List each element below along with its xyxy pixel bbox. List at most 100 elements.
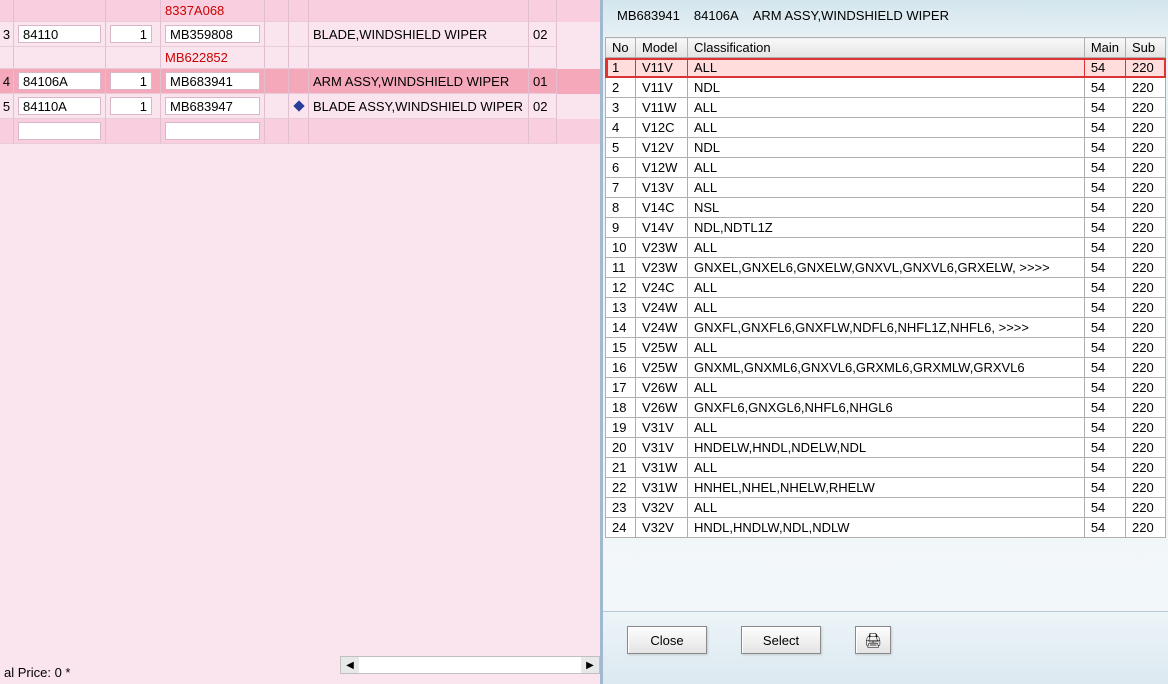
model-row[interactable]: 4V12CALL54220 [606,118,1166,138]
cell-input[interactable]: 84110 [18,25,101,43]
cell-input[interactable]: 1 [110,72,152,90]
model-cell-cls: GNXFL,GNXFL6,GNXFLW,NDFL6,NHFL1Z,NHFL6, … [688,318,1085,338]
horizontal-scrollbar[interactable]: ◀ ▶ [340,656,600,674]
parts-cell-partno[interactable]: 8337A068 [161,0,265,22]
scroll-right-icon[interactable]: ▶ [581,657,599,673]
model-row[interactable]: 20V31VHNDELW,HNDL,NDELW,NDL54220 [606,438,1166,458]
model-cell-cls: NDL [688,138,1085,158]
model-row[interactable]: 18V26WGNXFL6,GNXGL6,NHFL6,NHGL654220 [606,398,1166,418]
model-cell-sub: 220 [1126,78,1166,98]
parts-cell-partno[interactable] [161,119,265,144]
parts-row[interactable]: 8337A068 [0,0,600,22]
model-cell-main: 54 [1084,138,1125,158]
parts-row[interactable]: 484106A 1 MB683941 ARM ASSY,WINDSHIELD WIPE… [0,69,600,94]
cell-input[interactable]: MB359808 [165,25,260,43]
model-cell-cls: GNXML,GNXML6,GNXVL6,GRXML6,GRXMLW,GRXVL6 [688,358,1085,378]
parts-cell-qty[interactable] [106,0,161,22]
model-row[interactable]: 6V12WALL54220 [606,158,1166,178]
parts-cell-code[interactable] [14,47,106,69]
parts-cell-partno[interactable]: MB683947 [161,94,265,119]
parts-cell-qty[interactable]: 1 [106,94,161,119]
model-row[interactable]: 5V12VNDL54220 [606,138,1166,158]
parts-cell-qty[interactable]: 1 [106,22,161,47]
parts-cell-idx: 4 [0,69,14,94]
parts-row[interactable]: MB622852 [0,47,600,69]
model-cell-cls: ALL [688,98,1085,118]
col-classification[interactable]: Classification [688,38,1085,58]
cell-input[interactable]: 84110A [18,97,101,115]
model-cell-no: 14 [606,318,636,338]
cell-input[interactable]: 1 [110,25,152,43]
parts-cell-icon [289,22,309,47]
model-row[interactable]: 15V25WALL54220 [606,338,1166,358]
model-row[interactable]: 12V24CALL54220 [606,278,1166,298]
model-row[interactable]: 13V24WALL54220 [606,298,1166,318]
model-row[interactable]: 9V14VNDL,NDTL1Z54220 [606,218,1166,238]
parts-cell-code[interactable] [14,119,106,144]
select-button[interactable]: Select [741,626,821,654]
model-row[interactable]: 17V26WALL54220 [606,378,1166,398]
model-cell-main: 54 [1084,158,1125,178]
parts-cell-code[interactable] [14,0,106,22]
parts-cell-idx [0,0,14,22]
model-cell-main: 54 [1084,458,1125,478]
parts-cell-partno[interactable]: MB683941 [161,69,265,94]
model-row[interactable]: 23V32VALL54220 [606,498,1166,518]
close-button[interactable]: Close [627,626,707,654]
scroll-track[interactable] [359,657,581,673]
col-model[interactable]: Model [636,38,688,58]
scroll-left-icon[interactable]: ◀ [341,657,359,673]
detail-code: 84106A [694,8,739,23]
cell-input[interactable]: 84106A [18,72,101,90]
parts-cell-tail: 02 [529,22,557,47]
model-row[interactable]: 11V23WGNXEL,GNXEL6,GNXELW,GNXVL,GNXVL6,G… [606,258,1166,278]
model-cell-no: 24 [606,518,636,538]
cell-input[interactable]: MB683947 [165,97,260,115]
model-cell-main: 54 [1084,518,1125,538]
parts-cell-code[interactable]: 84110 [14,22,106,47]
parts-cell-qty[interactable]: 1 [106,69,161,94]
model-row[interactable]: 2V11VNDL54220 [606,78,1166,98]
cell-input[interactable]: 1 [110,97,152,115]
model-row[interactable]: 19V31VALL54220 [606,418,1166,438]
parts-cell-code[interactable]: 84106A [14,69,106,94]
model-row[interactable]: 8V14CNSL54220 [606,198,1166,218]
model-row[interactable]: 21V31WALL54220 [606,458,1166,478]
model-cell-main: 54 [1084,98,1125,118]
col-sub[interactable]: Sub [1126,38,1166,58]
model-row[interactable]: 16V25WGNXML,GNXML6,GNXVL6,GRXML6,GRXMLW,… [606,358,1166,378]
model-cell-cls: ALL [688,118,1085,138]
model-cell-cls: ALL [688,278,1085,298]
button-bar: Close Select 🖨 [603,611,1168,684]
model-row[interactable]: 1V11VALL54220 [606,58,1166,78]
model-cell-no: 20 [606,438,636,458]
col-main[interactable]: Main [1084,38,1125,58]
model-row[interactable]: 22V31WHNHEL,NHEL,NHELW,RHELW54220 [606,478,1166,498]
parts-cell-code[interactable]: 84110A [14,94,106,119]
parts-cell-g1 [265,94,289,119]
parts-row[interactable] [0,119,600,144]
model-row[interactable]: 7V13VALL54220 [606,178,1166,198]
model-row[interactable]: 24V32VHNDL,HNDLW,NDL,NDLW54220 [606,518,1166,538]
parts-cell-qty[interactable] [106,47,161,69]
model-row[interactable]: 10V23WALL54220 [606,238,1166,258]
parts-row[interactable]: 3841101MB359808BLADE,WINDSHIELD WIPER02 [0,22,600,47]
parts-row[interactable]: 584110A1MB683947BLADE ASSY,WINDSHIELD WI… [0,94,600,119]
print-button[interactable]: 🖨 [855,626,891,654]
model-cell-model: V31V [636,418,688,438]
parts-cell-qty[interactable] [106,119,161,144]
model-row[interactable]: 3V11WALL54220 [606,98,1166,118]
parts-cell-icon [289,94,309,119]
model-cell-sub: 220 [1126,98,1166,118]
parts-cell-partno[interactable]: MB622852 [161,47,265,69]
model-cell-no: 17 [606,378,636,398]
parts-cell-desc: ARM ASSY,WINDSHIELD WIPER [309,69,529,94]
cell-input[interactable]: MB683941 [165,72,260,90]
cell-input[interactable] [18,122,101,140]
parts-cell-partno[interactable]: MB359808 [161,22,265,47]
model-cell-no: 16 [606,358,636,378]
cell-input[interactable] [165,122,260,140]
model-row[interactable]: 14V24WGNXFL,GNXFL6,GNXFLW,NDFL6,NHFL1Z,N… [606,318,1166,338]
col-no[interactable]: No [606,38,636,58]
model-cell-model: V12C [636,118,688,138]
